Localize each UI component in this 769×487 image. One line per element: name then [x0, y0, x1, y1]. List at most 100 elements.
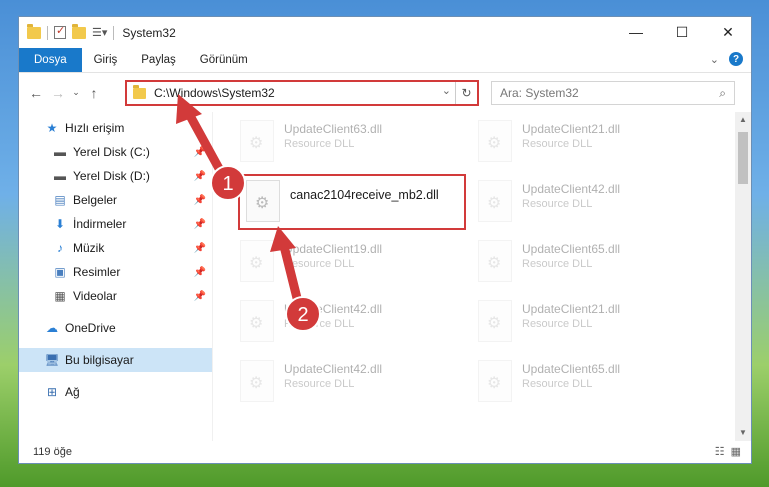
dll-file-icon — [478, 120, 512, 162]
sidebar-item-onedrive[interactable]: ☁ OneDrive — [19, 316, 212, 340]
new-folder-icon[interactable] — [72, 23, 86, 39]
highlighted-file-item[interactable]: canac2104receive_mb2.dll — [238, 174, 466, 230]
search-input[interactable]: Ara: System32 ⌕ — [491, 81, 735, 105]
navigation-pane: ★ Hızlı erişim ▬ Yerel Disk (C:) 📌 ▬ Yer… — [19, 112, 213, 441]
file-type: Resource DLL — [522, 138, 593, 150]
sidebar-item-label: Bu bilgisayar — [65, 353, 134, 367]
sidebar-item-label: Yerel Disk (D:) — [73, 169, 150, 183]
explorer-window: ☰▾ System32 — ☐ ✕ Dosya Giriş Paylaş Gör… — [18, 16, 752, 464]
sidebar-item-downloads[interactable]: ⬇ İndirmeler 📌 — [19, 212, 212, 236]
documents-icon: ▤ — [54, 193, 66, 207]
tab-gorunum[interactable]: Görünüm — [188, 48, 260, 72]
close-button[interactable]: ✕ — [705, 17, 751, 47]
sidebar-item-label: Belgeler — [73, 193, 118, 207]
folder-icon — [133, 84, 146, 99]
drive-icon: ▬ — [54, 145, 66, 159]
list-item[interactable]: UpdateClient21.dll Resource DLL — [478, 116, 708, 168]
address-bar[interactable]: C:\Windows\System32 ⌄ ↻ — [125, 80, 479, 106]
folder-icon — [27, 23, 41, 39]
file-list: UpdateClient63.dll Resource DLL canac210… — [214, 112, 735, 441]
sidebar-item-this-pc[interactable]: 🖥 Bu bilgisayar — [19, 348, 212, 372]
list-item[interactable]: UpdateClient42.dll Resource DLL — [240, 356, 470, 408]
scroll-down-icon[interactable]: ▼ — [735, 425, 751, 441]
properties-check-icon[interactable] — [54, 24, 66, 39]
dll-file-icon — [246, 180, 280, 222]
computer-icon: 🖥 — [44, 353, 60, 367]
details-view-icon[interactable]: ☷ — [715, 445, 725, 458]
item-count: 119 öğe — [33, 446, 72, 458]
file-type: Resource DLL — [284, 138, 355, 150]
dll-file-icon — [478, 180, 512, 222]
dll-file-icon — [478, 360, 512, 402]
refresh-icon[interactable]: ↻ — [455, 82, 477, 104]
list-item[interactable]: UpdateClient63.dll Resource DLL — [240, 116, 470, 168]
divider — [113, 25, 115, 40]
large-icons-view-icon[interactable]: ▦ — [731, 445, 741, 458]
pin-icon: 📌 — [193, 218, 206, 230]
address-path[interactable]: C:\Windows\System32 — [154, 86, 275, 100]
divider — [47, 25, 48, 40]
list-item[interactable]: UpdateClient65.dll Resource DLL — [478, 236, 708, 288]
quick-access-toolbar: ☰▾ — [19, 23, 115, 40]
dll-file-icon — [240, 120, 274, 162]
sidebar-item-label: Yerel Disk (C:) — [73, 145, 150, 159]
sidebar-item-network[interactable]: ⊞ Ağ — [19, 380, 212, 404]
sidebar-item-documents[interactable]: ▤ Belgeler 📌 — [19, 188, 212, 212]
pin-icon: 📌 — [193, 146, 206, 158]
list-item[interactable]: UpdateClient21.dll Resource DLL — [478, 296, 708, 348]
sidebar-item-label: Videolar — [73, 289, 117, 303]
sidebar-item-local-disk-c[interactable]: ▬ Yerel Disk (C:) 📌 — [19, 140, 212, 164]
file-type: Resource DLL — [522, 258, 593, 270]
sidebar-item-videos[interactable]: ▦ Videolar 📌 — [19, 284, 212, 308]
network-icon: ⊞ — [46, 385, 58, 399]
expand-ribbon-icon[interactable]: ⌄ — [710, 53, 719, 66]
ribbon-tabs: Dosya Giriş Paylaş Görünüm ⌄ ? — [19, 48, 751, 72]
list-item[interactable]: UpdateClient19.dll Resource DLL — [240, 236, 470, 288]
scroll-up-icon[interactable]: ▲ — [735, 112, 751, 128]
sidebar-item-label: İndirmeler — [73, 217, 127, 231]
list-item[interactable]: UpdateClient42.dll Resource DLL — [478, 176, 708, 228]
customize-toolbar-icon[interactable]: ☰▾ — [92, 26, 107, 39]
dll-file-icon — [240, 240, 274, 282]
file-name: canac2104receive_mb2.dll — [290, 188, 439, 202]
status-bar: 119 öğe ☷ ▦ — [19, 441, 751, 463]
cloud-icon: ☁ — [46, 321, 58, 335]
back-arrow-icon[interactable]: ← — [25, 85, 47, 101]
forward-arrow-icon[interactable]: → — [47, 85, 69, 101]
sidebar-item-quick-access[interactable]: ★ Hızlı erişim — [19, 116, 212, 140]
sidebar-item-label: OneDrive — [65, 321, 116, 335]
search-placeholder: Ara: System32 — [500, 86, 579, 100]
list-item[interactable]: UpdateClient65.dll Resource DLL — [478, 356, 708, 408]
file-type: Resource DLL — [522, 318, 593, 330]
window-title: System32 — [122, 25, 176, 40]
file-name: UpdateClient42.dll — [522, 182, 621, 196]
music-icon: ♪ — [57, 241, 63, 255]
address-dropdown-icon[interactable]: ⌄ — [442, 84, 451, 97]
sidebar-item-pictures[interactable]: ▣ Resimler 📌 — [19, 260, 212, 284]
sidebar-item-label: Ağ — [65, 385, 80, 399]
downloads-icon: ⬇ — [54, 217, 66, 231]
list-item[interactable]: UpdateClient42.dll Resource DLL — [240, 296, 470, 348]
pin-icon: 📌 — [193, 170, 206, 182]
up-arrow-icon[interactable]: ↑ — [83, 85, 105, 101]
maximize-button[interactable]: ☐ — [659, 17, 705, 47]
dll-file-icon — [478, 240, 512, 282]
file-type: Resource DLL — [284, 318, 355, 330]
tab-paylas[interactable]: Paylaş — [129, 48, 188, 72]
file-type: Resource DLL — [522, 198, 593, 210]
tab-dosya[interactable]: Dosya — [19, 48, 82, 72]
title-bar: ☰▾ System32 — ☐ ✕ — [19, 17, 751, 48]
scroll-thumb[interactable] — [738, 132, 748, 184]
dll-file-icon — [240, 300, 274, 342]
search-icon[interactable]: ⌕ — [719, 86, 726, 101]
sidebar-item-music[interactable]: ♪ Müzik 📌 — [19, 236, 212, 260]
sidebar-item-label: Müzik — [73, 241, 105, 255]
pin-icon: 📌 — [193, 266, 206, 278]
tab-giris[interactable]: Giriş — [82, 48, 130, 72]
sidebar-item-label: Resimler — [73, 265, 121, 279]
recent-locations-chevron-icon[interactable]: ⌄ — [69, 87, 83, 98]
vertical-scrollbar[interactable]: ▲ ▼ — [735, 112, 751, 441]
sidebar-item-local-disk-d[interactable]: ▬ Yerel Disk (D:) 📌 — [19, 164, 212, 188]
minimize-button[interactable]: — — [613, 17, 659, 47]
help-icon[interactable]: ? — [729, 52, 743, 66]
